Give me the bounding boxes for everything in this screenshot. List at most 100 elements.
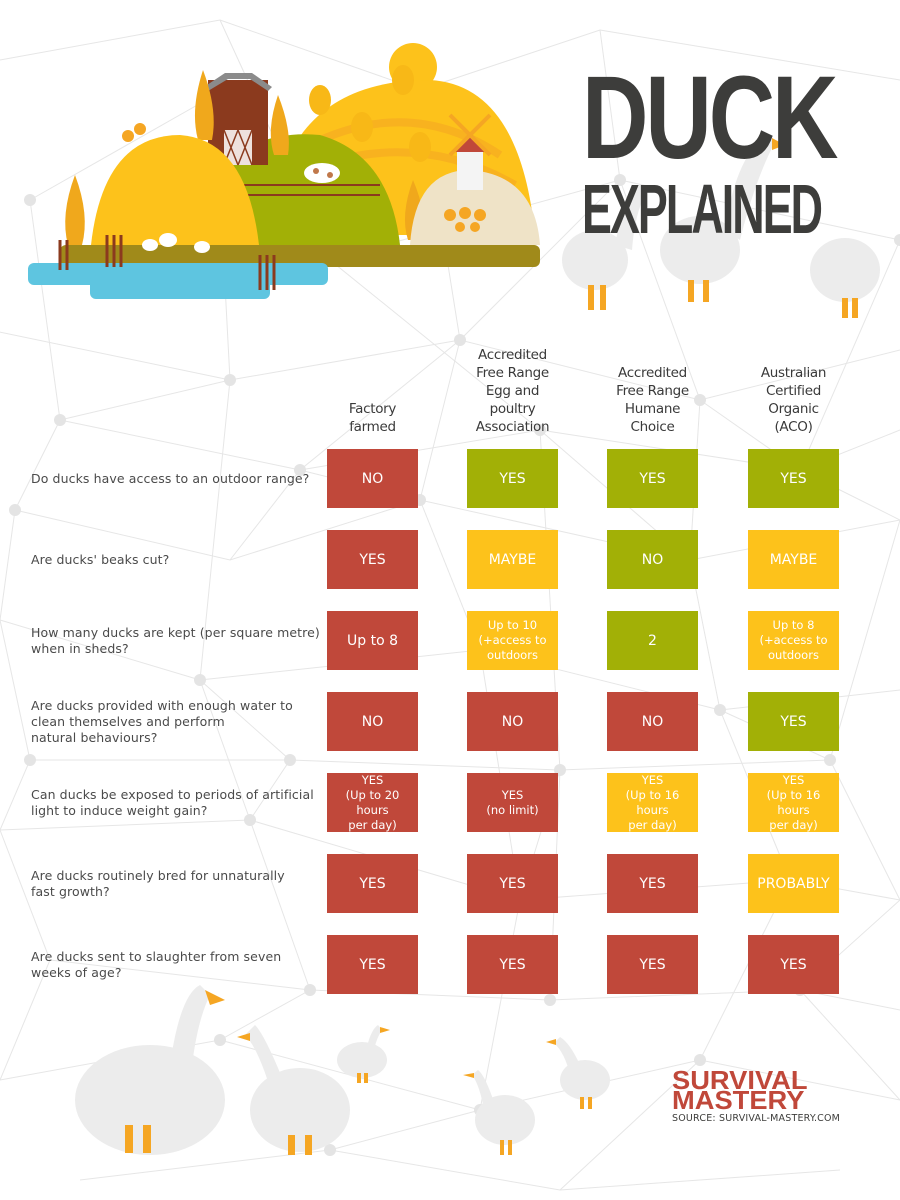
answer-cell-uncertain: MAYBE — [467, 530, 558, 589]
answer-cell-good: 2 — [607, 611, 698, 670]
answer-cell-uncertain: MAYBE — [748, 530, 839, 589]
answer-line: YES — [639, 470, 666, 487]
answer-cell-bad: YES — [327, 854, 418, 913]
answer-cell-good: YES — [748, 692, 839, 751]
column-header-line: farmed — [349, 419, 396, 435]
haystack-icon — [392, 65, 414, 95]
question-line: fast growth? — [31, 883, 110, 899]
row-question: Can ducks be exposed to periods of artif… — [31, 787, 321, 819]
column-header-line: (ACO) — [774, 419, 813, 435]
column-header-line: Accredited — [478, 347, 547, 363]
cow-icon — [304, 163, 340, 183]
column-header-line: Choice — [630, 419, 675, 435]
answer-line: Up to 8 — [347, 632, 398, 649]
answer-cell-bad: YES (no limit) — [467, 773, 558, 832]
answer-cell-bad: YES — [607, 854, 698, 913]
answer-line: (Up to 20 hours — [345, 787, 400, 817]
answer-cell-uncertain: YES (Up to 16 hours per day) — [607, 773, 698, 832]
column-header-line: Factory — [348, 401, 397, 417]
answer-cell-bad: NO — [467, 692, 558, 751]
geese-illustration-bottom — [75, 985, 610, 1155]
column-header-line: Australian — [760, 365, 827, 381]
column-header-line: Egg and — [485, 383, 540, 399]
column-header-line: Certified — [765, 383, 821, 399]
answer-line: PROBABLY — [757, 875, 830, 892]
answer-line: per day) — [348, 817, 397, 832]
question-line: when in sheds? — [31, 640, 129, 656]
row-question: Are ducks' beaks cut? — [31, 552, 321, 568]
answer-cell-uncertain: PROBABLY — [748, 854, 839, 913]
column-header: Factory farmed — [303, 400, 443, 436]
answer-line: (Up to 16 hours — [625, 787, 680, 817]
answer-cell-uncertain: Up to 10 (+access to outdoors — [467, 611, 558, 670]
answer-line: NO — [361, 470, 384, 487]
column-header-line: Free Range — [476, 365, 549, 381]
answer-line: YES — [499, 956, 526, 973]
column-header: Accredited Free Range Humane Choice — [583, 364, 723, 436]
answer-cell-bad: NO — [327, 692, 418, 751]
answer-line: YES — [361, 772, 384, 787]
answer-line: outdoors — [768, 648, 819, 662]
answer-line: NO — [641, 713, 664, 730]
answer-line: YES — [499, 470, 526, 487]
answer-line: YES — [780, 713, 807, 730]
column-header-line: Accredited — [618, 365, 687, 381]
answer-cell-good: YES — [467, 449, 558, 508]
question-line: Are ducks sent to slaughter from seven — [31, 948, 282, 964]
answer-line: YES — [639, 956, 666, 973]
answer-cell-bad: NO — [607, 692, 698, 751]
answer-line: (+access to — [759, 633, 828, 647]
answer-line: outdoors — [487, 648, 538, 662]
answer-line: YES — [359, 956, 386, 973]
answer-line: per day) — [628, 817, 677, 832]
answer-line: 2 — [648, 632, 657, 649]
question-line: Can ducks be exposed to periods of artif… — [31, 786, 314, 802]
answer-cell-good: YES — [607, 449, 698, 508]
answer-line: YES — [641, 772, 664, 787]
brand-line-2: MASTERY — [672, 1085, 805, 1115]
question-line: light to induce weight gain? — [31, 802, 208, 818]
row-question: Are ducks routinely bred for unnaturally… — [31, 868, 321, 900]
title-line-duck: DUCK — [582, 52, 839, 184]
answer-line: NO — [501, 713, 524, 730]
farm-scene-illustration — [28, 43, 540, 299]
question-line: Do ducks have access to an outdoor range… — [31, 470, 310, 486]
answer-cell-bad: YES — [327, 530, 418, 589]
column-header: Accredited Free Range Egg and poultry Associ… — [443, 346, 583, 436]
answer-line: YES — [499, 875, 526, 892]
answer-cell-bad: Up to 8 — [327, 611, 418, 670]
question-line: How many ducks are kept (per square metr… — [31, 624, 320, 640]
title-line-explained: EXPLAINED — [582, 170, 823, 249]
answer-line: YES — [782, 772, 805, 787]
answer-cell-good: YES — [748, 449, 839, 508]
tree-icon — [270, 95, 289, 155]
answer-cell-good: NO — [607, 530, 698, 589]
column-header-line: Organic — [768, 401, 819, 417]
row-question: Do ducks have access to an outdoor range… — [31, 471, 321, 487]
answer-cell-bad: YES — [748, 935, 839, 994]
haystack-icon — [309, 85, 331, 115]
page-title: DUCK EXPLAINED — [582, 52, 900, 249]
answer-line: YES — [359, 875, 386, 892]
answer-line: YES — [780, 956, 807, 973]
survival-mastery-logo: SURVIVAL MASTERY SOURCE: SURVIVAL-MASTER… — [672, 1067, 842, 1124]
answer-line: per day) — [769, 817, 818, 832]
answer-cell-bad: NO — [327, 449, 418, 508]
answer-line: (Up to 16 hours — [766, 787, 821, 817]
answer-line: YES — [639, 875, 666, 892]
question-line: Are ducks' beaks cut? — [31, 551, 170, 567]
answer-cell-bad: YES — [467, 854, 558, 913]
tree-icon — [65, 175, 85, 245]
column-header-line: Humane — [624, 401, 681, 417]
answer-line: Up to 8 — [772, 618, 815, 632]
answer-cell-bad: YES (Up to 20 hours per day) — [327, 773, 418, 832]
answer-line: NO — [641, 551, 664, 568]
row-question: Are ducks provided with enough water to c… — [31, 698, 321, 746]
haystack-icon — [409, 132, 431, 162]
answer-line: MAYBE — [488, 551, 537, 568]
column-header: Australian Certified Organic (ACO) — [724, 364, 864, 436]
column-header-line: Free Range — [616, 383, 689, 399]
row-question: How many ducks are kept (per square metr… — [31, 625, 321, 657]
question-line: Are ducks provided with enough water to — [31, 697, 293, 713]
answer-line: YES — [780, 470, 807, 487]
